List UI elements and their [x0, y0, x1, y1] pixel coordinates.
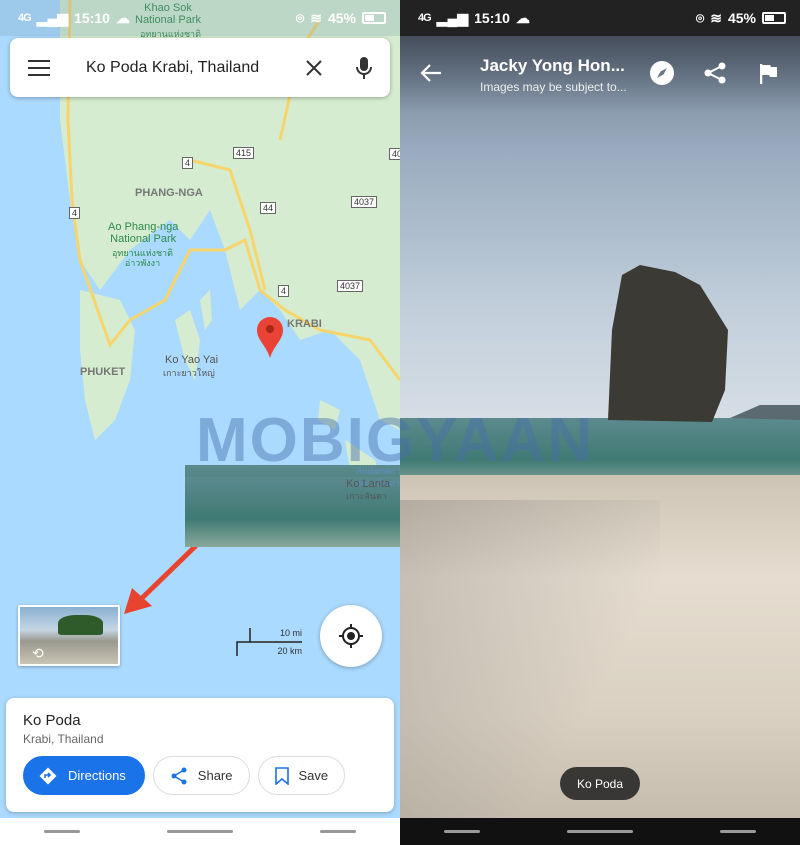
network-indicator: 4G	[18, 12, 32, 24]
navigation-bar	[0, 818, 400, 845]
map-label: เกาะยาวใหญ่	[163, 368, 215, 378]
route-shield: 4	[69, 207, 81, 219]
directions-icon	[39, 767, 57, 784]
nav-recents[interactable]	[320, 830, 357, 833]
route-shield: 4	[182, 157, 194, 169]
route-shield: 4037	[337, 280, 364, 292]
network-indicator: 4G	[418, 12, 432, 24]
back-arrow-icon[interactable]	[420, 63, 442, 83]
nav-recents[interactable]	[720, 830, 757, 833]
wifi-icon: ≋	[310, 9, 322, 26]
wifi-icon: ≋	[710, 9, 722, 26]
crosshair-icon	[339, 624, 363, 648]
search-input[interactable]: Ko Poda Krabi, Thailand	[86, 59, 306, 77]
route-shield: 4037	[351, 196, 378, 208]
nav-back[interactable]	[43, 830, 80, 833]
location-icon: ⌾	[295, 9, 305, 26]
battery-percent: 45%	[327, 10, 356, 26]
signal-icon: ▂▄▆	[436, 9, 469, 26]
share-icon[interactable]	[704, 62, 726, 84]
route-shield: 4	[278, 285, 290, 297]
map-label: KRABI	[287, 318, 322, 330]
map-label: เกาะลันตา	[346, 491, 387, 501]
location-icon: ⌾	[695, 9, 705, 26]
save-button[interactable]: Save	[257, 756, 346, 795]
360-rotate-icon: ⟲	[32, 645, 44, 661]
limestone-rock	[608, 265, 800, 422]
share-button[interactable]: Share	[152, 756, 250, 795]
place-subtitle: Krabi, Thailand	[23, 732, 104, 746]
bookmark-icon	[274, 766, 289, 785]
place-card[interactable]: Ko Poda Krabi, Thailand Directions Share…	[6, 698, 394, 812]
status-bar: 4G ▂▄▆ 15:10 ☁ ⌾ ≋ 45%	[0, 0, 400, 36]
hamburger-icon[interactable]	[28, 59, 50, 76]
close-icon[interactable]	[306, 59, 322, 76]
status-bar: 4G ▂▄▆ 15:10 ☁ ⌾ ≋ 45%	[400, 0, 800, 36]
signal-icon: ▂▄▆	[36, 9, 69, 26]
my-location-button[interactable]	[320, 605, 382, 667]
nav-back[interactable]	[443, 830, 480, 833]
clock: 15:10	[74, 10, 110, 26]
route-shield: 40	[389, 148, 400, 160]
map-label: Ko Lanta	[346, 478, 391, 490]
cloud-icon: ☁	[115, 9, 130, 26]
compass-icon[interactable]	[650, 61, 674, 85]
maps-screen: Khao Sok National Park อุทยานแห่งชาติ PH…	[0, 0, 400, 845]
location-pin-icon[interactable]	[257, 317, 283, 358]
street-view-screen: 4G ▂▄▆ 15:10 ☁ ⌾ ≋ 45% Jacky Yong Hon... Imag…	[400, 0, 800, 845]
street-view-thumbnail[interactable]: ⟲	[18, 605, 120, 666]
nav-home[interactable]	[166, 830, 233, 833]
battery-icon	[362, 12, 386, 24]
search-bar[interactable]: Ko Poda Krabi, Thailand	[10, 38, 390, 97]
flag-icon[interactable]	[760, 64, 778, 84]
route-shield: 415	[233, 147, 255, 159]
map-label: Ao Phang-nga National Park	[108, 221, 179, 245]
battery-icon	[762, 12, 786, 24]
map-label: PHUKET	[80, 366, 126, 378]
nav-home[interactable]	[566, 830, 633, 833]
mic-icon[interactable]	[356, 56, 372, 79]
clock: 15:10	[474, 10, 510, 26]
map-label: Ko Yao Yai	[165, 354, 219, 366]
cloud-icon: ☁	[515, 9, 530, 26]
battery-percent: 45%	[727, 10, 756, 26]
map-scale: 10 mi 20 km	[236, 626, 304, 658]
map-label: PHANG-NGA	[135, 187, 203, 199]
copyright-notice[interactable]: Images may be subject to...	[480, 80, 627, 94]
route-shield: 44	[260, 202, 277, 214]
map-label: อุทยานแห่งชาติ อ่าวพังงา	[112, 248, 173, 268]
directions-button[interactable]: Directions	[23, 756, 145, 795]
contributor-name[interactable]: Jacky Yong Hon...	[480, 56, 625, 76]
share-icon	[171, 767, 187, 784]
place-title: Ko Poda	[23, 712, 81, 729]
navigation-bar	[400, 818, 800, 845]
location-label[interactable]: Ko Poda	[560, 767, 640, 800]
